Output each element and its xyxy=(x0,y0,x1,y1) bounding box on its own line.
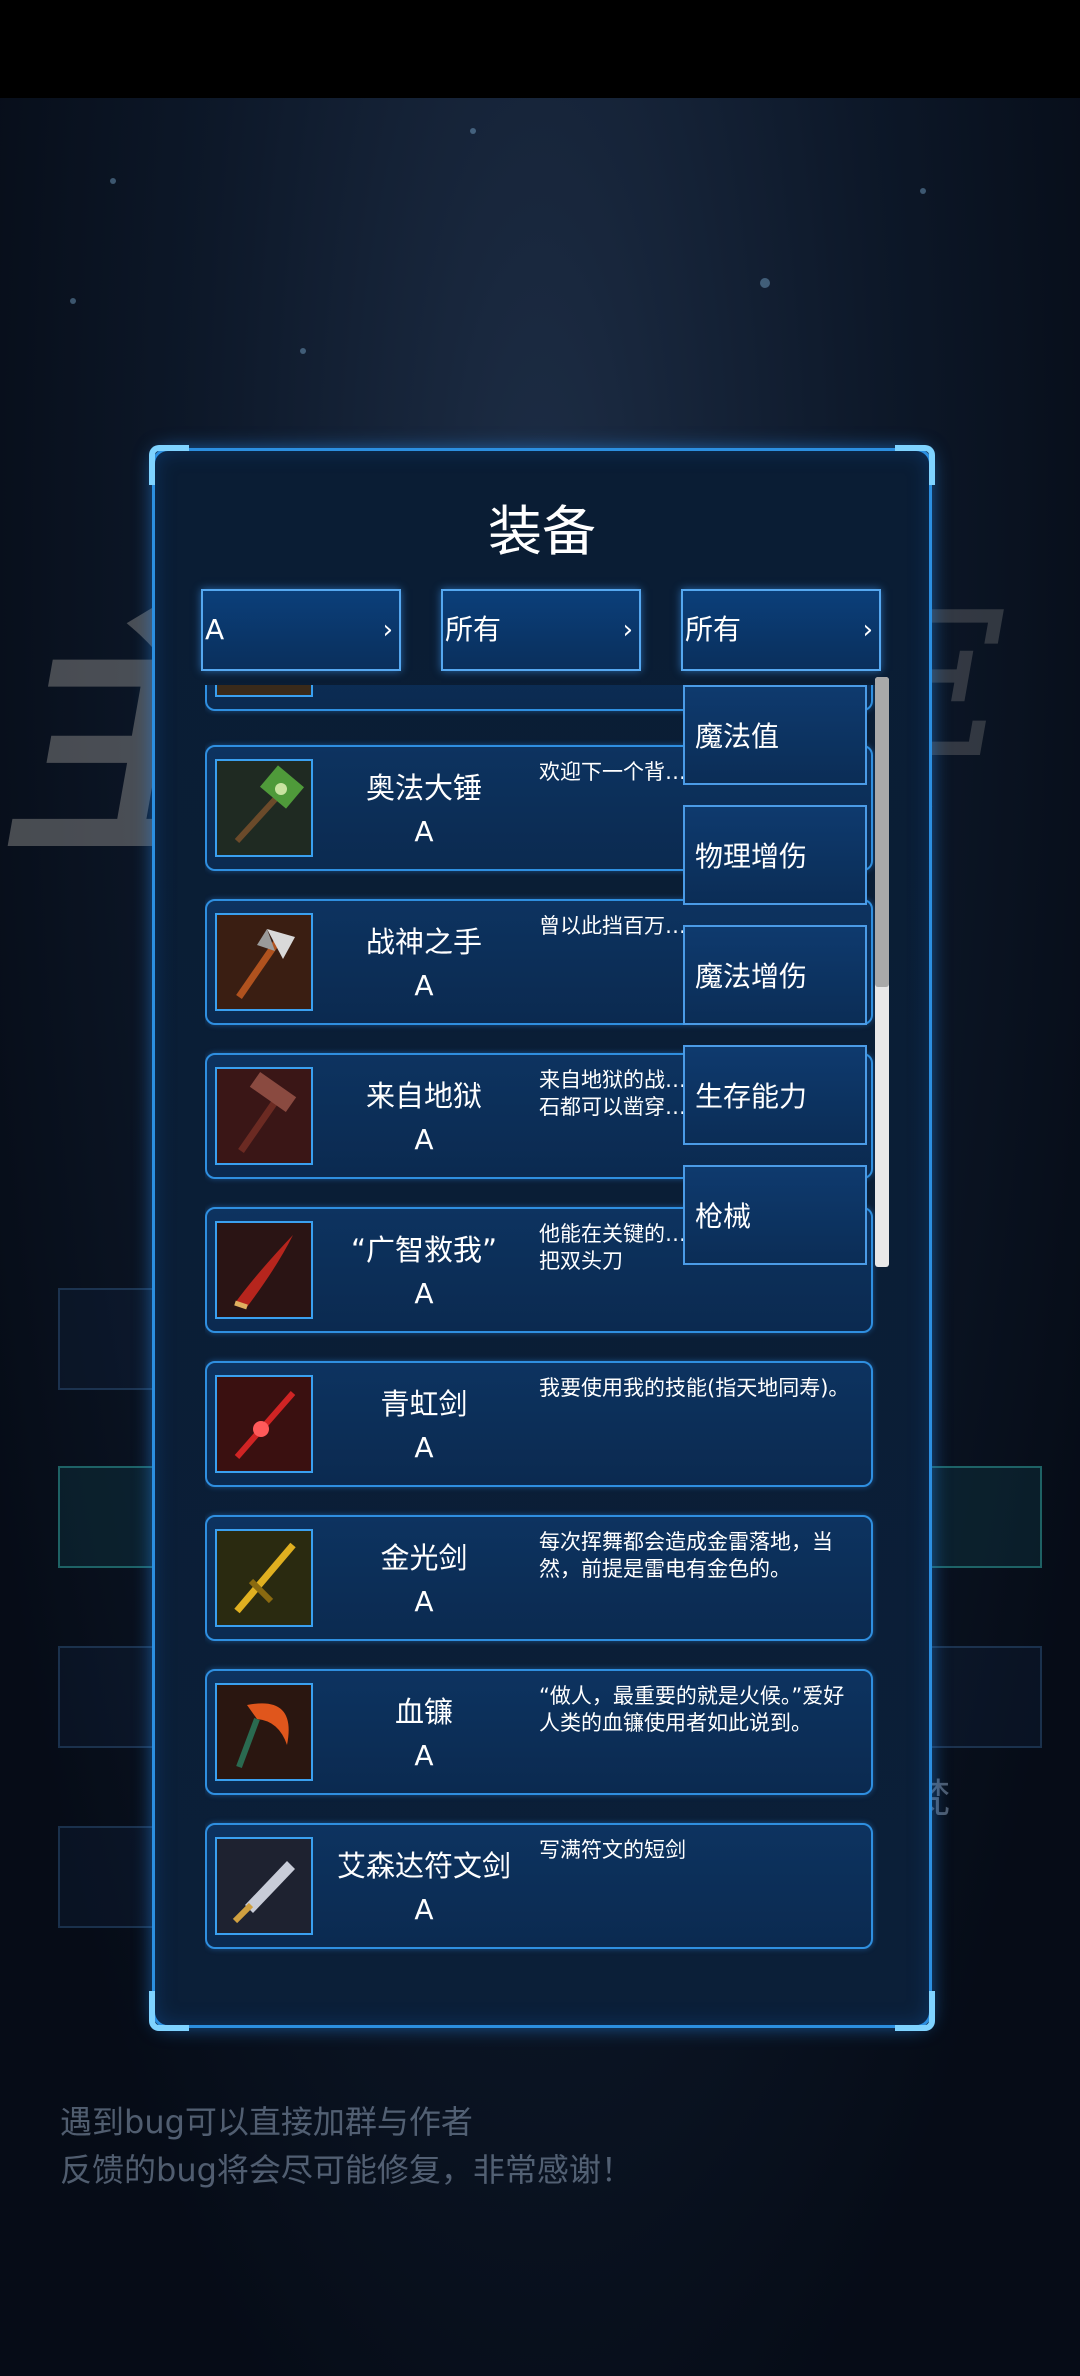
hammer-icon xyxy=(215,759,313,857)
dialog-title: 装备 xyxy=(488,500,596,563)
item-name: “广智救我” xyxy=(350,1233,498,1267)
item-grade: A xyxy=(319,685,529,688)
item-grade: A xyxy=(414,1123,434,1156)
item-grade: A xyxy=(414,1739,434,1772)
dialog-corner xyxy=(149,1991,189,2031)
dialog-corner xyxy=(149,445,189,485)
item-description: 我要使用我的技能(指天地同寿)。 xyxy=(539,1376,850,1400)
item-name: 奥法大锤 xyxy=(365,771,482,805)
blade-icon xyxy=(215,1221,313,1319)
dropdown-option[interactable]: 枪械 xyxy=(683,1165,867,1265)
attribute-filter-dropdown[interactable]: 所有 › xyxy=(681,589,881,671)
list-item[interactable]: 艾森达符文剑 A 写满符文的短剑 xyxy=(205,1823,873,1949)
item-grade: A xyxy=(414,815,434,848)
list-item[interactable]: 血镰 A “做人，最重要的就是火候。”爱好人类的血镰使用者如此说到。 xyxy=(205,1669,873,1795)
list-item[interactable]: 金光剑 A 每次挥舞都会造成金雷落地，当然，前提是雷电有金色的。 xyxy=(205,1515,873,1641)
rune-sword-icon xyxy=(215,1837,313,1935)
item-description: 每次挥舞都会造成金雷落地，当然，前提是雷电有金色的。 xyxy=(539,1530,833,1581)
dropdown-scrollbar-thumb[interactable] xyxy=(875,677,889,987)
background-footer: 遇到bug可以直接加群与作者 反馈的bug将会尽可能修复，非常感谢！ xyxy=(60,2098,633,2194)
item-grade: A xyxy=(414,1431,434,1464)
list-item[interactable]: 青虹剑 A 我要使用我的技能(指天地同寿)。 xyxy=(205,1361,873,1487)
grade-filter-dropdown[interactable]: A › xyxy=(201,589,401,671)
dropdown-option[interactable]: 魔法增伤 xyxy=(683,925,867,1025)
footer-line-2: 反馈的bug将会尽可能修复，非常感谢！ xyxy=(60,2151,633,2189)
chevron-right-icon: › xyxy=(382,615,393,645)
item-grade: A xyxy=(414,1893,434,1926)
attribute-dropdown-menu[interactable]: 魔法值 物理增伤 魔法增伤 生存能力 枪械 xyxy=(683,685,875,1275)
item-grade: A xyxy=(414,1585,434,1618)
chevron-right-icon: › xyxy=(622,615,633,645)
item-name: 来自地狱 xyxy=(365,1079,482,1113)
item-name: 青虹剑 xyxy=(380,1387,468,1421)
type-filter-dropdown[interactable]: 所有 › xyxy=(441,589,641,671)
item-grade: A xyxy=(414,1277,434,1310)
dropdown-option[interactable]: 物理增伤 xyxy=(683,805,867,905)
equipment-dialog: 装备 A › 所有 › 所有 › A 奥法大锤 A 欢迎下一个背… 者，我反手就… xyxy=(149,445,935,2031)
filter-value: 所有 xyxy=(445,613,502,646)
footer-line-1: 遇到bug可以直接加群与作者 xyxy=(60,2103,473,2141)
dialog-corner xyxy=(895,445,935,485)
sickle-icon xyxy=(215,1683,313,1781)
background-menu-button[interactable] xyxy=(58,1288,162,1390)
axe-icon xyxy=(215,913,313,1011)
item-name: 艾森达符文剑 xyxy=(336,1849,511,1883)
dropdown-option[interactable]: 生存能力 xyxy=(683,1045,867,1145)
item-name: 金光剑 xyxy=(380,1541,468,1575)
chevron-right-icon: › xyxy=(862,615,873,645)
filter-value: A xyxy=(205,613,225,646)
item-name: 战神之手 xyxy=(365,925,482,959)
equipment-icon xyxy=(215,685,313,697)
item-description: 写满符文的短剑 xyxy=(539,1838,686,1862)
dropdown-option[interactable]: 魔法值 xyxy=(683,685,867,785)
status-bar xyxy=(0,0,1080,98)
item-name: 血镰 xyxy=(394,1695,453,1729)
filter-value: 所有 xyxy=(685,613,742,646)
red-sword-icon xyxy=(215,1375,313,1473)
item-description: “做人，最重要的就是火候。”爱好人类的血镰使用者如此说到。 xyxy=(539,1684,845,1735)
pick-icon xyxy=(215,1067,313,1165)
dialog-corner xyxy=(895,1991,935,2031)
background-menu-button[interactable] xyxy=(58,1826,162,1928)
gold-sword-icon xyxy=(215,1529,313,1627)
item-grade: A xyxy=(414,969,434,1002)
